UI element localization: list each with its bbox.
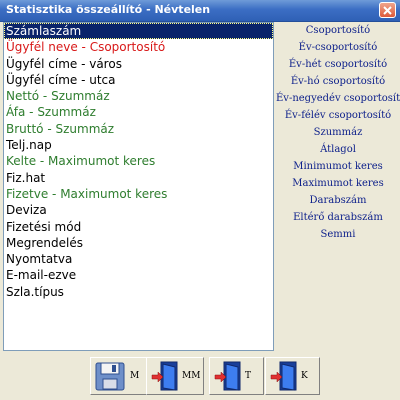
operation-item[interactable]: Átlagol <box>276 141 400 158</box>
operation-item[interactable]: Év-hó csoportosító <box>276 73 400 90</box>
field-list-item[interactable]: Telj.nap <box>4 137 273 153</box>
operation-item[interactable]: Év-hét csoportosító <box>276 56 400 73</box>
field-list-item[interactable]: Nyomtatva <box>4 251 273 267</box>
field-list-item[interactable]: Deviza <box>4 202 273 218</box>
operation-item[interactable]: Év-csoportosító <box>276 39 400 56</box>
field-list-item[interactable]: Fiz.hat <box>4 170 273 186</box>
close-window-button[interactable] <box>379 2 396 18</box>
save-button[interactable]: M <box>90 357 147 395</box>
field-list-item[interactable]: Ügyfél címe - utca <box>4 72 273 88</box>
save-as-label: MM <box>182 371 201 381</box>
window-title: Statisztika összeállító - Névtelen <box>6 3 211 16</box>
title-bar[interactable]: Statisztika összeállító - Névtelen <box>0 0 400 22</box>
field-list-item[interactable]: Megrendelés <box>4 235 273 251</box>
floppy-disk-icon <box>95 362 125 391</box>
door-exit-icon <box>270 361 297 391</box>
save-label: M <box>130 371 140 381</box>
field-list-item[interactable]: Fizetési mód <box>4 219 273 235</box>
close-button[interactable]: K <box>265 357 320 395</box>
field-list-item[interactable]: Nettó - Szummáz <box>4 88 273 104</box>
close-icon <box>383 6 392 15</box>
operation-item[interactable]: Csoportosító <box>276 22 400 39</box>
save-as-button[interactable]: MM <box>146 357 204 395</box>
field-list-item[interactable]: E-mail-ezve <box>4 267 273 283</box>
app-window: Statisztika összeállító - Névtelen Száml… <box>0 0 400 400</box>
field-list-item[interactable]: Áfa - Szummáz <box>4 104 273 120</box>
button-bar: M MM T K <box>0 357 400 395</box>
field-list-item[interactable]: Kelte - Maximumot keres <box>4 153 273 169</box>
field-list-item[interactable]: Bruttó - Szummáz <box>4 121 273 137</box>
close-label: K <box>301 371 308 381</box>
field-list-item[interactable]: Ügyfél neve - Csoportosító <box>4 39 273 55</box>
field-list-item[interactable]: Fizetve - Maximumot keres <box>4 186 273 202</box>
operation-item[interactable]: Minimumot keres <box>276 158 400 175</box>
operation-item[interactable]: Év-félév csoportosító <box>276 107 400 124</box>
field-list-item[interactable]: Ügyfél címe - város <box>4 56 273 72</box>
field-list-item[interactable]: Szla.típus <box>4 284 273 300</box>
load-button[interactable]: T <box>209 357 264 395</box>
load-label: T <box>245 371 252 381</box>
operation-list[interactable]: Csoportosító Év-csoportosító Év-hét csopor… <box>276 22 400 243</box>
door-enter-icon <box>151 361 178 391</box>
field-list-item[interactable]: Számlaszám <box>4 23 273 40</box>
operation-item[interactable]: Semmi <box>276 226 400 243</box>
operation-item[interactable]: Eltérő darabszám <box>276 209 400 226</box>
operation-item[interactable]: Darabszám <box>276 192 400 209</box>
field-list[interactable]: Számlaszám Ügyfél neve - Csoportosító Ügyf… <box>3 22 274 351</box>
operation-item[interactable]: Szummáz <box>276 124 400 141</box>
door-enter-icon <box>214 361 241 391</box>
operation-item[interactable]: Maximumot keres <box>276 175 400 192</box>
operation-item[interactable]: Év-negyedév csoportosító <box>276 90 400 107</box>
